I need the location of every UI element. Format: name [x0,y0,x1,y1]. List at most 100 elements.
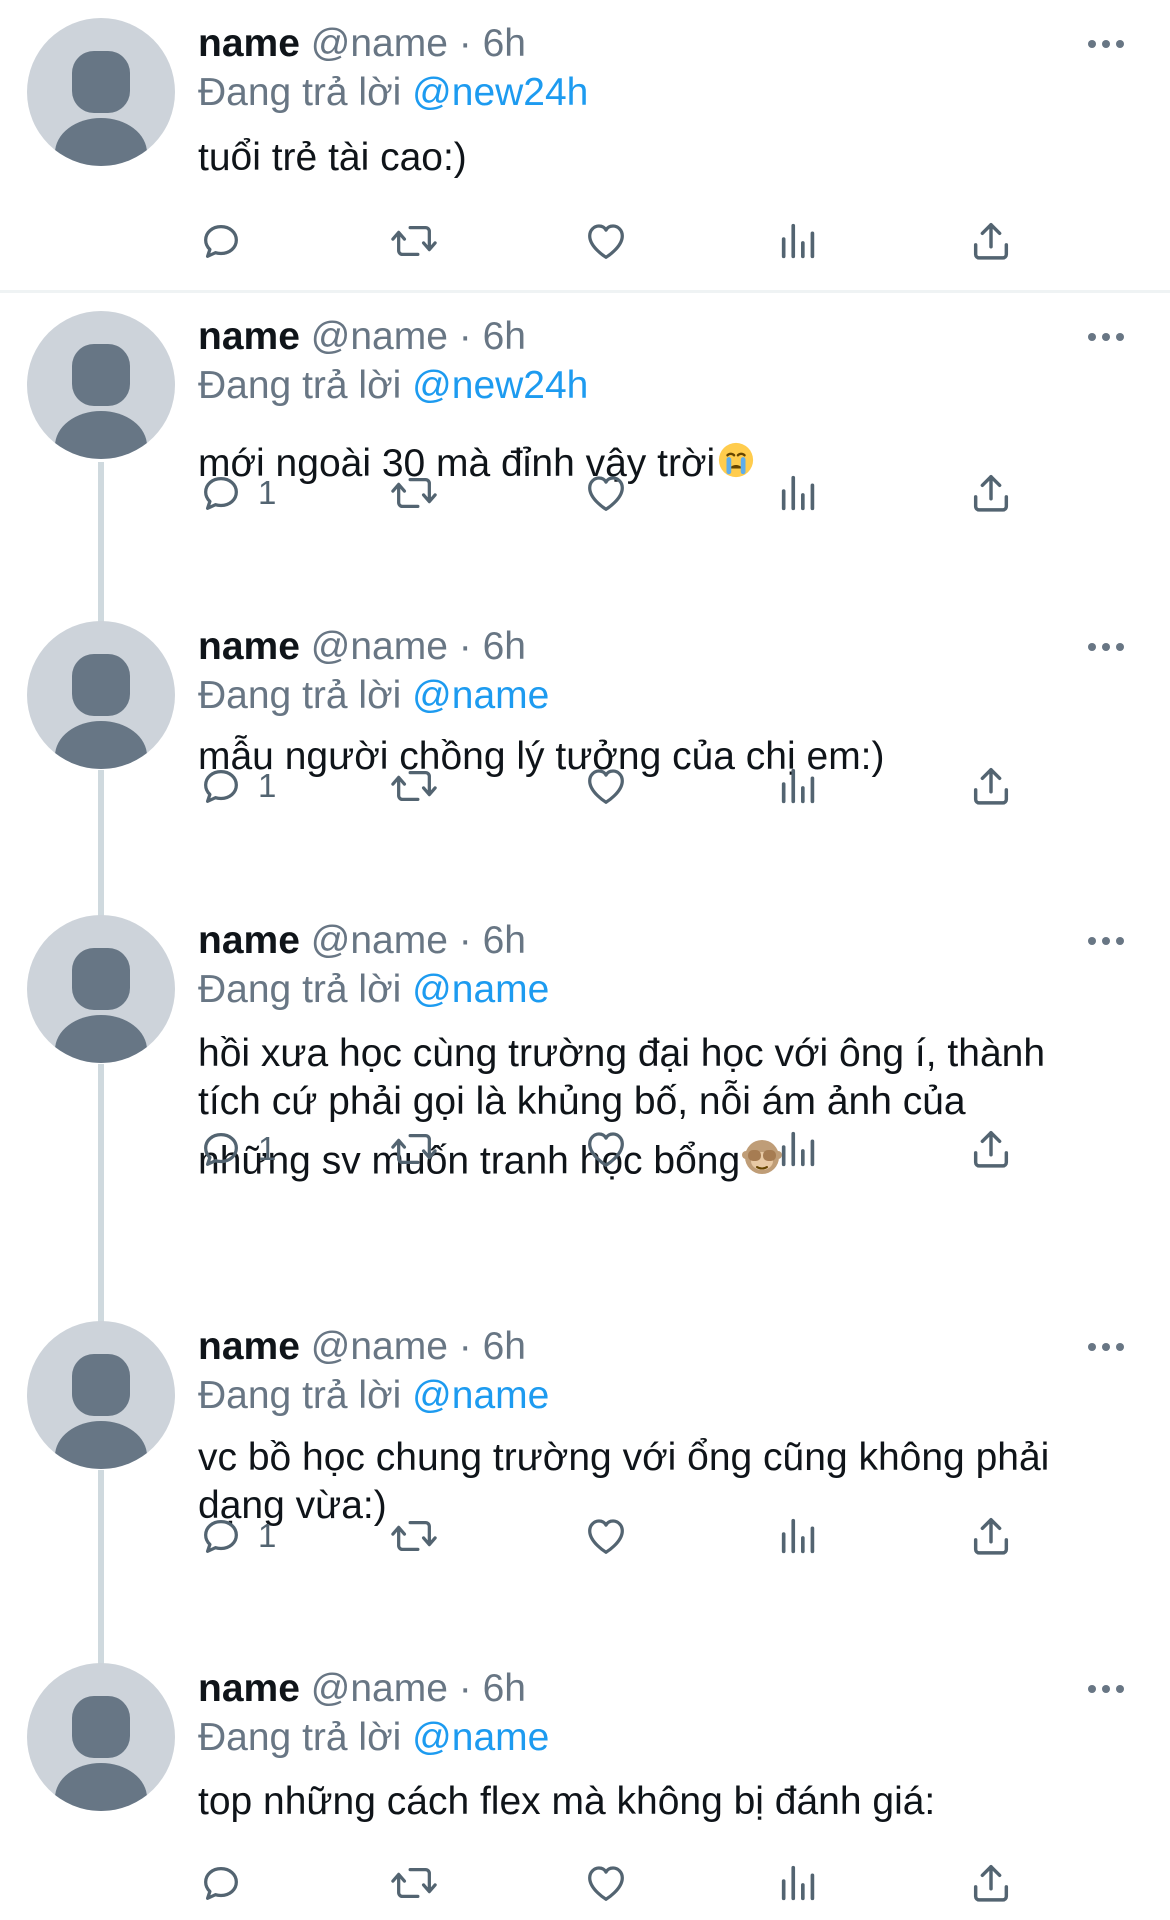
views-button[interactable] [776,1506,822,1566]
author-handle[interactable]: @name [311,625,448,668]
tweet[interactable]: name @name · 6h Đang trả lời @name vc bồ… [0,1303,1170,1645]
avatar-head-shape [72,344,130,406]
tweet[interactable]: name @name · 6h Đang trả lời @name mẫu n… [0,603,1170,897]
author-handle[interactable]: @name [311,22,448,65]
retweet-button[interactable] [388,1119,440,1179]
avatar-shoulders-shape [55,118,147,166]
avatar-head-shape [72,654,130,716]
avatar-head-shape [72,948,130,1010]
replying-to: Đang trả lời @name [198,672,549,720]
tweet-header: name @name · 6h [198,313,526,361]
reply-button[interactable] [198,1853,258,1913]
tweet-time[interactable]: 6h [483,1667,526,1710]
more-dots-icon[interactable] [1088,32,1128,56]
more-dots-icon[interactable] [1088,635,1128,659]
meta-separator: · [458,919,472,962]
retweet-button[interactable] [388,1506,440,1566]
reply-bubble-icon [204,476,238,510]
replying-to-label: Đang trả lời [198,71,402,114]
author-name[interactable]: name [198,919,300,962]
views-bar-chart-icon [781,1865,815,1901]
reply-button[interactable]: 1 [198,463,276,523]
like-button[interactable] [583,1506,629,1566]
author-name[interactable]: name [198,1325,300,1368]
tweet-time[interactable]: 6h [483,22,526,65]
retweet-icon [391,1867,437,1899]
more-dots-icon[interactable] [1088,1335,1128,1359]
reply-button[interactable]: 1 [198,756,276,816]
meta-separator: · [458,625,472,668]
tweet[interactable]: name @name · 6h Đang trả lời @name top n… [0,1645,1170,1920]
replying-to-mention[interactable]: @new24h [412,71,588,114]
like-button[interactable] [583,1119,629,1179]
meta-separator: · [458,315,472,358]
views-button[interactable] [776,211,822,271]
reply-count: 1 [258,1130,277,1167]
tweet[interactable]: name @name · 6h Đang trả lời @name hồi x… [0,897,1170,1303]
avatar[interactable] [27,1663,175,1811]
author-name[interactable]: name [198,22,300,65]
avatar[interactable] [27,311,175,459]
author-handle[interactable]: @name [311,1325,448,1368]
reply-count: 1 [258,1517,277,1554]
avatar[interactable] [27,621,175,769]
tweet-actions [198,211,1058,271]
author-name[interactable]: name [198,625,300,668]
reply-count: 1 [258,474,277,511]
tweet-time[interactable]: 6h [483,919,526,962]
views-button[interactable] [776,756,822,816]
share-button[interactable] [968,1506,1014,1566]
replying-to-mention[interactable]: @name [412,674,549,717]
more-dots-icon[interactable] [1088,325,1128,349]
reply-button[interactable]: 1 [198,1506,276,1566]
avatar[interactable] [27,915,175,1063]
avatar-shoulders-shape [55,1421,147,1469]
tweet-actions: 1 [198,463,1058,523]
share-icon [973,1864,1009,1902]
like-button[interactable] [583,1853,629,1913]
meta-separator: · [458,22,472,65]
tweet[interactable]: name @name · 6h Đang trả lời @new24h tuổ… [0,0,1170,290]
author-name[interactable]: name [198,315,300,358]
retweet-button[interactable] [388,211,440,271]
replying-to-mention[interactable]: @new24h [412,364,588,407]
tweet[interactable]: name @name · 6h Đang trả lời @new24h mới… [0,293,1170,603]
tweet-time[interactable]: 6h [483,1325,526,1368]
share-button[interactable] [968,463,1014,523]
tweet-actions [198,1853,1058,1913]
share-button[interactable] [968,756,1014,816]
avatar[interactable] [27,18,175,166]
views-button[interactable] [776,1119,822,1179]
share-button[interactable] [968,1119,1014,1179]
author-handle[interactable]: @name [311,919,448,962]
tweet-header: name @name · 6h [198,623,526,671]
retweet-button[interactable] [388,1853,440,1913]
share-button[interactable] [968,211,1014,271]
replying-to-mention[interactable]: @name [412,1374,549,1417]
replying-to-mention[interactable]: @name [412,968,549,1011]
more-dots-icon[interactable] [1088,929,1128,953]
like-button[interactable] [583,463,629,523]
like-button[interactable] [583,756,629,816]
retweet-button[interactable] [388,756,440,816]
replying-to-mention[interactable]: @name [412,1716,549,1759]
replying-to: Đang trả lời @name [198,966,549,1014]
avatar[interactable] [27,1321,175,1469]
tweet-time[interactable]: 6h [483,625,526,668]
share-button[interactable] [968,1853,1014,1913]
tweet-header: name @name · 6h [198,917,526,965]
more-dots-icon[interactable] [1088,1677,1128,1701]
views-button[interactable] [776,463,822,523]
author-name[interactable]: name [198,1667,300,1710]
author-handle[interactable]: @name [311,1667,448,1710]
retweet-button[interactable] [388,463,440,523]
like-button[interactable] [583,211,629,271]
tweet-header: name @name · 6h [198,20,526,68]
views-button[interactable] [776,1853,822,1913]
retweet-icon [391,770,437,802]
retweet-icon [391,1133,437,1165]
author-handle[interactable]: @name [311,315,448,358]
reply-button[interactable]: 1 [198,1119,276,1179]
reply-button[interactable] [198,211,258,271]
tweet-time[interactable]: 6h [483,315,526,358]
